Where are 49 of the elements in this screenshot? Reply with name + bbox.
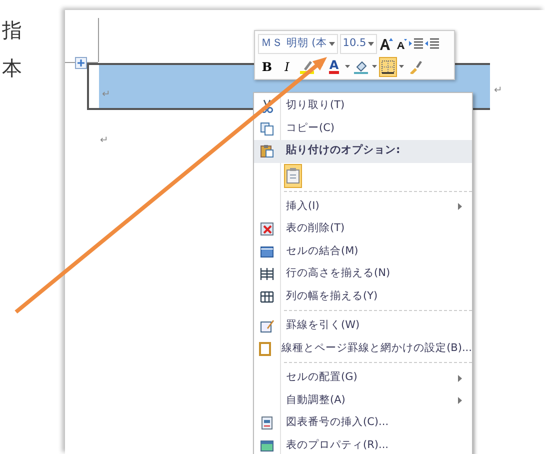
font-size-dropdown[interactable]: 10.5 (340, 34, 378, 54)
copy-icon (260, 122, 274, 136)
brush-icon (408, 60, 422, 74)
margin-text: 本 (2, 58, 22, 78)
decrease-indent-icon[interactable] (409, 38, 424, 50)
borders-button[interactable] (379, 56, 397, 76)
merge-cells-icon (260, 244, 274, 259)
shrink-font-icon[interactable] (395, 38, 408, 50)
caret-icon (372, 65, 377, 68)
menu-item[interactable]: 線種とページ罫線と網かけの設定(B)... (254, 338, 472, 360)
menu-item[interactable]: セルの結合(M) (254, 240, 472, 263)
menu-item[interactable]: セルの配置(G) (254, 367, 472, 390)
column-width-icon (260, 290, 274, 304)
row-end-mark: ↵ (494, 86, 502, 96)
bold-button[interactable]: B (258, 56, 276, 76)
increase-indent-icon[interactable] (425, 38, 440, 50)
menu-item[interactable]: 行の高さを揃える(N) (254, 263, 472, 286)
menu-item[interactable]: 表のプロパティ(R)... (254, 434, 472, 454)
caret-icon (368, 42, 374, 46)
move-handle-icon[interactable] (75, 57, 87, 69)
grow-font-icon[interactable] (379, 36, 394, 50)
margin-text: 指 (2, 20, 22, 40)
clipboard-icon (286, 168, 300, 184)
caret-icon (399, 65, 404, 68)
page-border-icon (258, 342, 272, 356)
caret-icon (345, 65, 350, 68)
caret-icon (328, 42, 335, 46)
font-name-dropdown[interactable]: ＭＳ 明朝 (本 (258, 34, 338, 54)
menu-item[interactable]: コピー(C) (254, 118, 472, 140)
table-properties-icon (260, 438, 274, 453)
italic-button[interactable]: I (278, 56, 296, 76)
menu-item[interactable]: 挿入(I) (254, 196, 472, 218)
menu-item[interactable]: 表の削除(T) (254, 218, 472, 240)
menu-item[interactable]: 罫線を引く(W) (254, 315, 472, 338)
menu-item[interactable]: 自動調整(A) (254, 390, 472, 412)
delete-table-icon (260, 222, 274, 236)
paint-bucket-icon (354, 60, 368, 74)
borders-icon (381, 60, 395, 74)
cell-mark: ↵ (102, 90, 110, 100)
clipboard-icon (260, 144, 274, 158)
paste-option-button[interactable] (284, 164, 302, 188)
menu-item[interactable]: 図表番号の挿入(C)... (254, 412, 472, 434)
font-color-button[interactable]: A (325, 56, 343, 76)
menu-heading: 貼り付けのオプション: (254, 140, 472, 162)
paragraph-mark: ↵ (100, 136, 108, 146)
caption-icon (260, 416, 274, 430)
pencil-table-icon (260, 319, 274, 334)
row-height-icon (260, 267, 274, 282)
menu-item[interactable]: 列の幅を揃える(Y) (254, 286, 472, 308)
